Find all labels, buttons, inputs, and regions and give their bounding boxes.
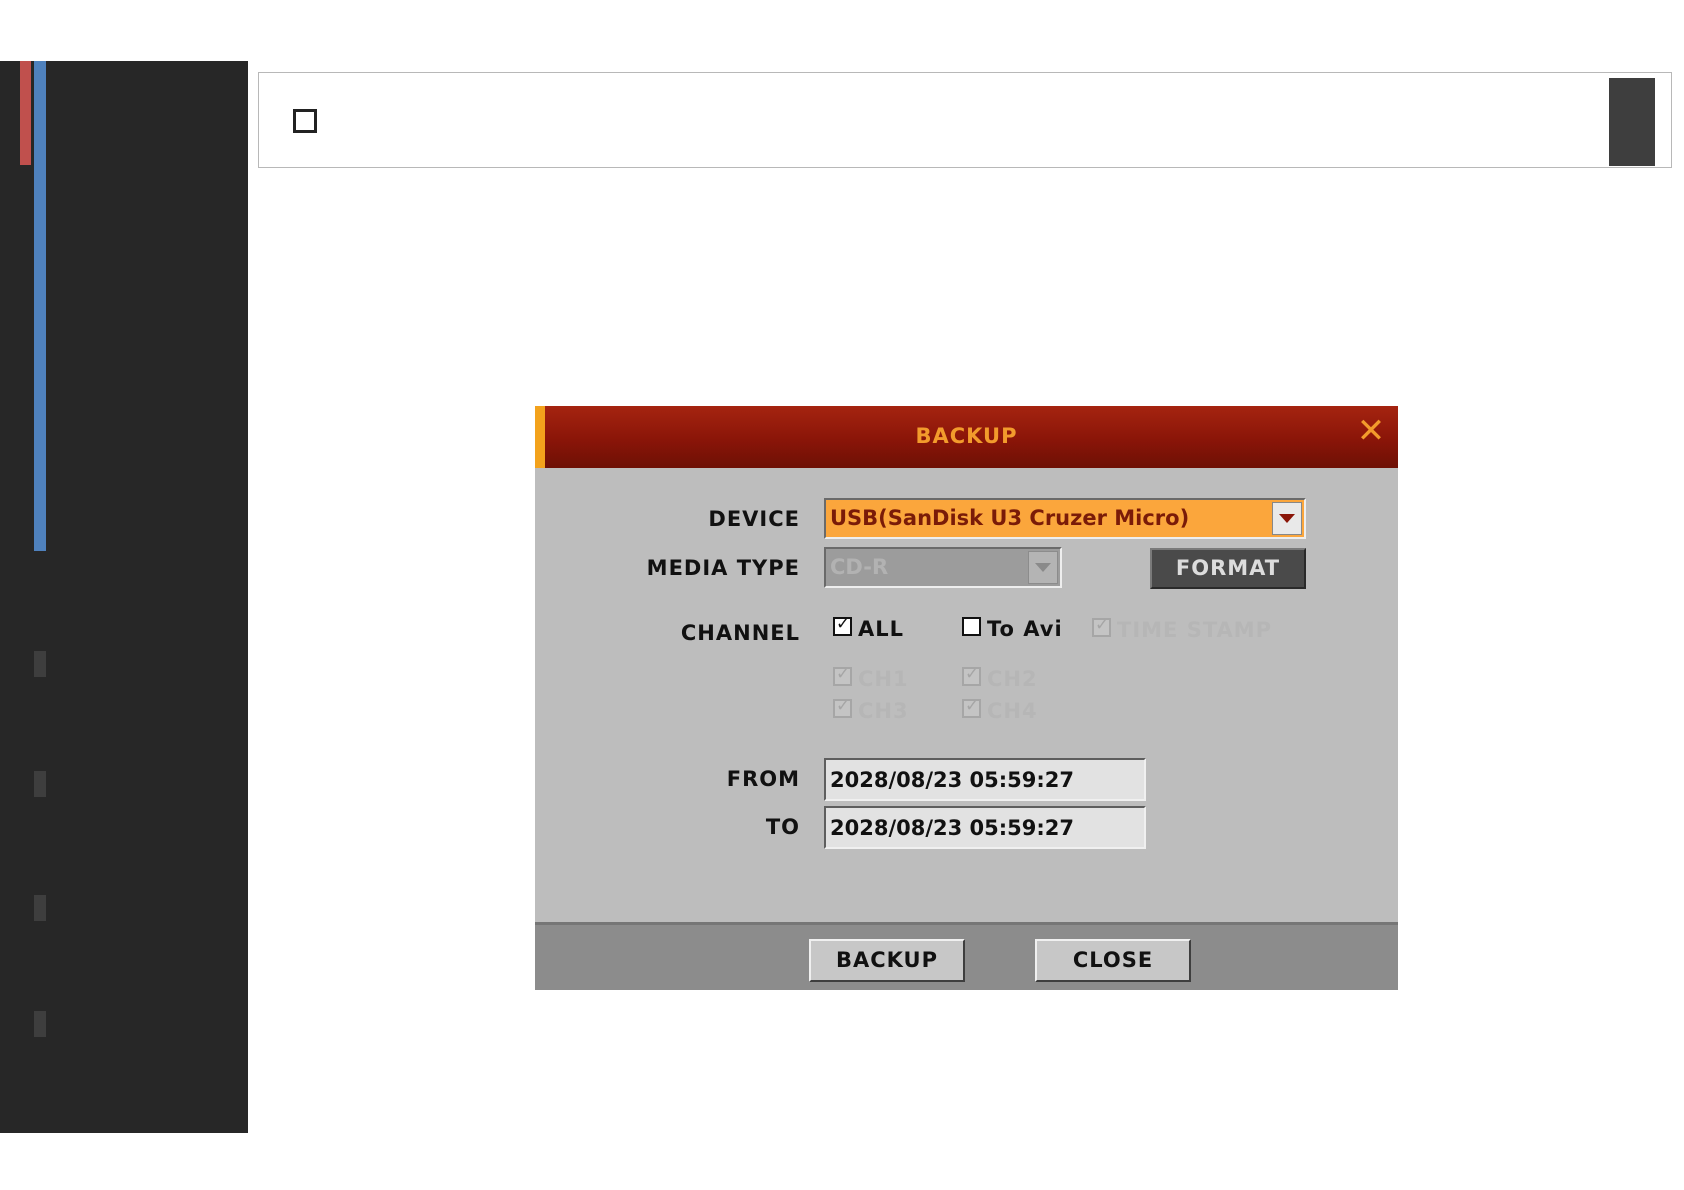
sidebar xyxy=(0,61,248,1133)
dialog-footer: BACKUP CLOSE xyxy=(535,922,1398,990)
top-bar-block xyxy=(1609,78,1655,166)
sidebar-marker xyxy=(34,771,46,797)
time-stamp-label: TIME STAMP xyxy=(1117,618,1273,642)
device-value: USB(SanDisk U3 Cruzer Micro) xyxy=(830,506,1190,530)
media-type-select[interactable]: CD-R xyxy=(824,547,1062,588)
sidebar-marker xyxy=(34,895,46,921)
format-button[interactable]: FORMAT xyxy=(1150,548,1306,589)
backup-dialog: BACKUP ✕ DEVICE USB(SanDisk U3 Cruzer Mi… xyxy=(535,406,1398,990)
top-bar xyxy=(258,72,1672,168)
ch4-label: CH4 xyxy=(987,699,1038,723)
sidebar-marker xyxy=(34,651,46,677)
channel-label: CHANNEL xyxy=(680,621,800,645)
sidebar-marker xyxy=(34,1011,46,1037)
top-bar-checkbox[interactable] xyxy=(293,109,317,133)
all-label: ALL xyxy=(858,617,905,641)
device-select[interactable]: USB(SanDisk U3 Cruzer Micro) xyxy=(824,498,1306,539)
sidebar-accent-blue xyxy=(34,61,46,551)
from-label: FROM xyxy=(726,767,800,791)
backup-button[interactable]: BACKUP xyxy=(809,939,965,982)
to-value: 2028/08/23 05:59:27 xyxy=(830,816,1075,840)
all-checkbox[interactable] xyxy=(833,614,852,636)
from-value: 2028/08/23 05:59:27 xyxy=(830,768,1075,792)
time-stamp-checkbox[interactable] xyxy=(1092,615,1111,637)
to-field[interactable]: 2028/08/23 05:59:27 xyxy=(824,806,1146,849)
from-field[interactable]: 2028/08/23 05:59:27 xyxy=(824,758,1146,801)
ch1-checkbox[interactable] xyxy=(833,664,852,686)
to-avi-label: To Avi xyxy=(987,617,1063,641)
device-label: DEVICE xyxy=(708,507,800,531)
dialog-title: BACKUP xyxy=(915,424,1018,448)
chevron-down-icon xyxy=(1279,514,1295,523)
sidebar-accent-red xyxy=(20,61,31,165)
ch3-label: CH3 xyxy=(858,699,909,723)
to-label: TO xyxy=(765,815,800,839)
ch1-label: CH1 xyxy=(858,667,909,691)
to-avi-checkbox[interactable] xyxy=(962,617,981,636)
media-type-label: MEDIA TYPE xyxy=(646,556,800,580)
close-icon[interactable]: ✕ xyxy=(1356,414,1386,448)
media-type-dropdown-button[interactable] xyxy=(1028,551,1058,584)
media-type-value: CD-R xyxy=(830,555,889,579)
ch4-checkbox[interactable] xyxy=(962,696,981,718)
device-dropdown-button[interactable] xyxy=(1272,502,1302,535)
dialog-title-bar: BACKUP ✕ xyxy=(535,406,1398,468)
ch2-label: CH2 xyxy=(987,667,1038,691)
close-button[interactable]: CLOSE xyxy=(1035,939,1191,982)
ch3-checkbox[interactable] xyxy=(833,696,852,718)
ch2-checkbox[interactable] xyxy=(962,664,981,686)
chevron-down-icon xyxy=(1035,563,1051,572)
